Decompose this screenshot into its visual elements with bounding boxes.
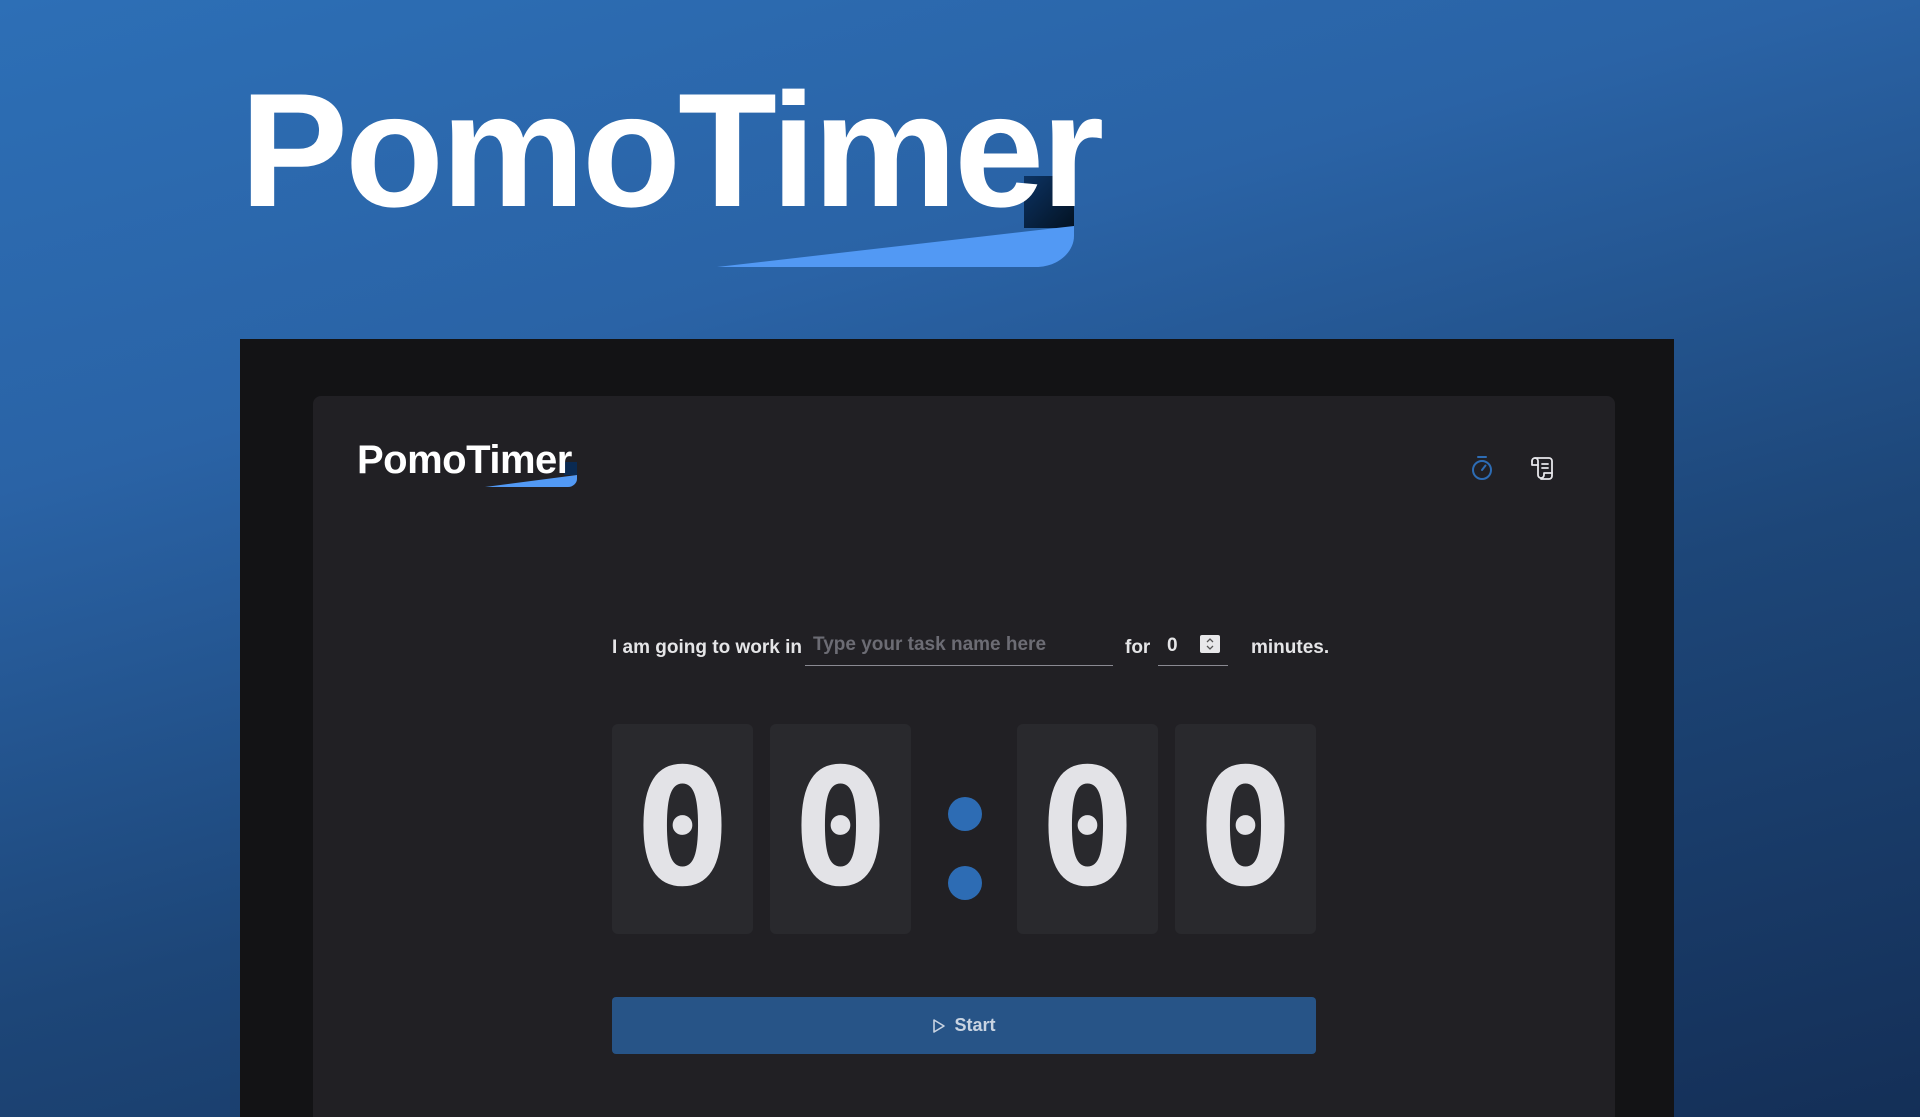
colon-dot-top (948, 797, 982, 831)
for-label: for (1125, 637, 1151, 658)
task-prefix-label: I am going to work in (612, 637, 802, 658)
play-icon (933, 1018, 946, 1033)
start-button-label: Start (954, 1015, 996, 1035)
brand-title: PomoTimer (357, 438, 572, 482)
start-button[interactable]: Start (612, 997, 1316, 1054)
app-frame: PomoTimer I am going to work in for (240, 339, 1674, 1117)
minutes-tens-digit: 0 (612, 724, 753, 934)
timer-display: 0 0 0 0 (612, 724, 1316, 934)
colon-dot-bottom (948, 866, 982, 900)
stopwatch-icon[interactable] (1467, 453, 1497, 483)
seconds-tens-digit: 0 (1017, 724, 1158, 934)
minutes-input[interactable]: 0 (1158, 625, 1228, 666)
hero-logo: PomoTimer (240, 60, 1104, 267)
minutes-ones-digit: 0 (770, 724, 911, 934)
seconds-ones-digit: 0 (1175, 724, 1316, 934)
app-card: PomoTimer I am going to work in for (313, 396, 1615, 1117)
hero-title: PomoTimer (240, 60, 1104, 241)
task-form: I am going to work in for 0 minutes. (612, 621, 1329, 677)
minutes-suffix-label: minutes. (1251, 637, 1330, 658)
stepper-arrows-icon (1206, 638, 1214, 650)
task-name-input[interactable] (805, 625, 1113, 666)
scroll-icon[interactable] (1527, 453, 1557, 483)
minutes-stepper[interactable] (1200, 635, 1220, 653)
brand-logo[interactable]: PomoTimer (357, 438, 577, 487)
minutes-value: 0 (1167, 635, 1178, 656)
